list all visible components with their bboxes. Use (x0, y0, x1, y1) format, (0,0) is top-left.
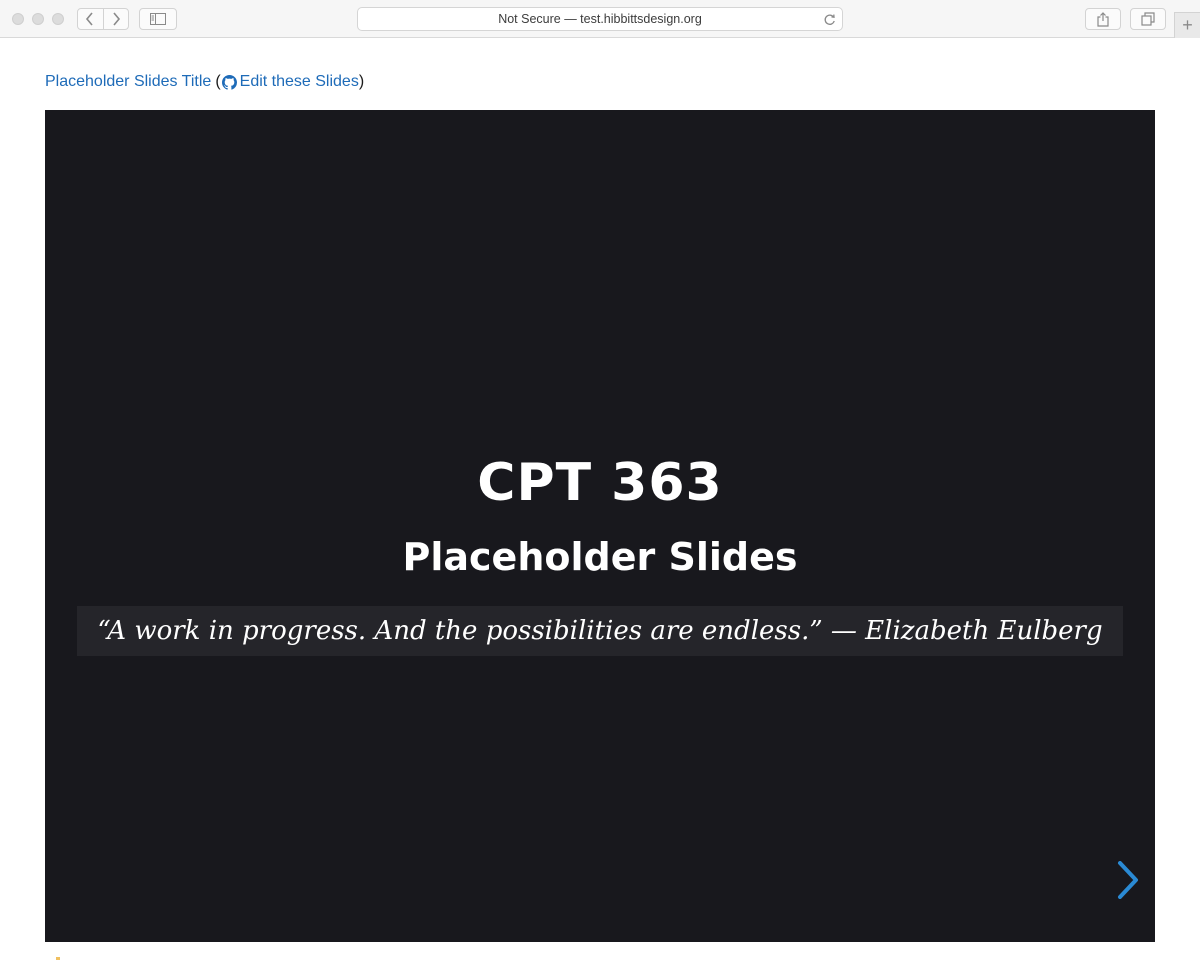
slide-viewport[interactable]: CPT 363 Placeholder Slides “A work in pr… (45, 110, 1155, 942)
edit-slides-link[interactable]: Edit these Slides (240, 72, 359, 92)
close-window-button[interactable] (12, 13, 24, 25)
slide-title: CPT 363 (477, 453, 723, 513)
chevron-right-icon (1118, 861, 1138, 899)
github-icon (221, 74, 237, 90)
slides-header: Placeholder Slides Title ( Edit these Sl… (45, 72, 364, 92)
chevron-left-icon (86, 12, 94, 26)
slide-subtitle: Placeholder Slides (402, 535, 798, 579)
open-paren: ( (215, 73, 221, 90)
browser-toolbar: Not Secure — test.hibbittsdesign.org + (0, 0, 1200, 38)
slide-quote: “A work in progress. And the possibiliti… (77, 606, 1123, 656)
close-paren: ) (358, 73, 365, 90)
back-button[interactable] (78, 9, 103, 29)
forward-button[interactable] (102, 9, 128, 29)
reload-button[interactable] (822, 12, 836, 26)
navigation-buttons (77, 8, 129, 30)
page-corner-mark (56, 957, 60, 960)
sidebar-button[interactable] (139, 8, 177, 30)
chevron-right-icon (113, 12, 121, 26)
tabs-icon (1141, 12, 1155, 26)
next-slide-button[interactable] (1113, 860, 1143, 900)
tabs-overview-button[interactable] (1130, 8, 1166, 30)
zoom-window-button[interactable] (52, 13, 64, 25)
quote-text: “A work in progress. And the possibiliti… (97, 616, 1103, 646)
share-button[interactable] (1085, 8, 1121, 30)
address-bar[interactable]: Not Secure — test.hibbittsdesign.org (357, 7, 843, 31)
share-icon (1097, 11, 1109, 27)
reload-icon (824, 14, 835, 25)
address-text: Not Secure — test.hibbittsdesign.org (498, 12, 702, 26)
slides-title-link[interactable]: Placeholder Slides Title (45, 72, 211, 92)
new-tab-button[interactable]: + (1174, 12, 1200, 38)
sidebar-icon (150, 13, 166, 25)
minimize-window-button[interactable] (32, 13, 44, 25)
